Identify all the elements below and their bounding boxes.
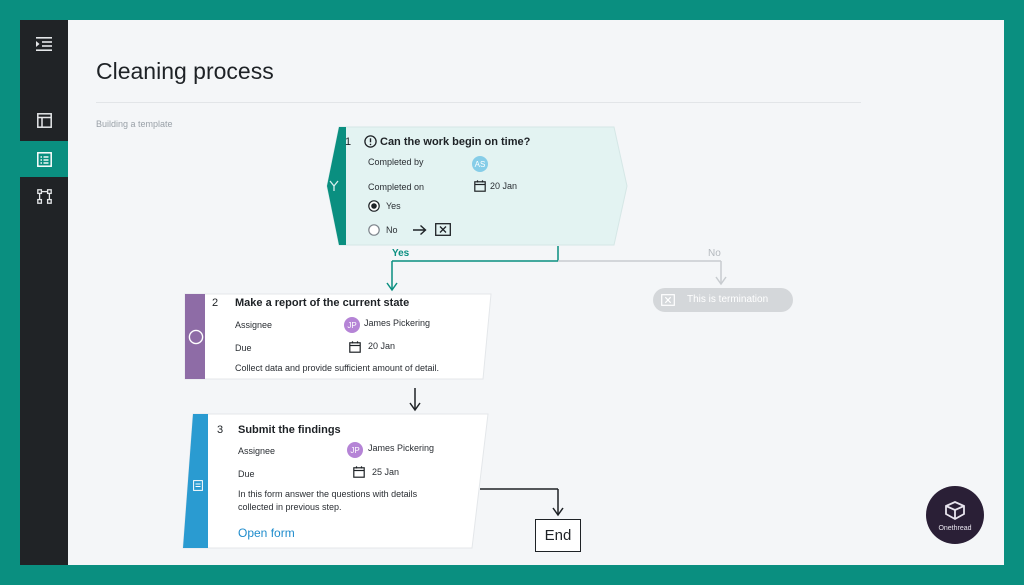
menu-collapse-icon xyxy=(36,37,52,51)
due-date: 25 Jan xyxy=(372,467,400,477)
alert-circle-icon xyxy=(364,135,377,148)
step-3-number: 3 xyxy=(217,424,224,436)
step-1-decision-card[interactable]: 1 Can the work begin on time? Completed … xyxy=(326,126,628,246)
brand-logo: Onethread xyxy=(926,486,984,544)
step-3-title: Submit the findings xyxy=(238,424,341,436)
option-yes-label[interactable]: Yes xyxy=(386,201,401,211)
avatar: JP xyxy=(347,442,363,458)
calendar-icon xyxy=(349,341,361,353)
sidebar-item-layout[interactable] xyxy=(20,102,68,138)
termination-label: This is termination xyxy=(687,294,769,305)
brand-logo-text: Onethread xyxy=(938,524,972,532)
step-3-card[interactable]: 3 Submit the findings Assignee JP James … xyxy=(182,413,490,550)
step-3-description-line-1: In this form answer the questions with d… xyxy=(238,489,418,499)
app-window: Cleaning process Building a template Yes… xyxy=(20,20,1004,565)
due-label: Due xyxy=(238,469,255,479)
step-1-title: Can the work begin on time? xyxy=(380,136,531,148)
due-label: Due xyxy=(235,343,252,353)
sidebar xyxy=(20,20,68,565)
calendar-icon xyxy=(353,466,365,478)
step-2-title: Make a report of the current state xyxy=(235,297,410,309)
avatar: JP xyxy=(344,317,360,333)
form-icon xyxy=(193,480,203,491)
sidebar-item-checklist[interactable] xyxy=(20,141,68,177)
due-date: 20 Jan xyxy=(368,341,396,351)
yes-branch-label: Yes xyxy=(392,248,410,259)
end-node[interactable]: End xyxy=(535,519,581,552)
assignee-name: James Pickering xyxy=(368,443,435,453)
arrow-right-icon xyxy=(413,224,427,236)
close-box-icon xyxy=(661,294,675,306)
step-2-description: Collect data and provide sufficient amou… xyxy=(235,363,439,373)
completed-on-label: Completed on xyxy=(368,182,425,192)
step-3-description-line-2: collected in previous step. xyxy=(238,502,342,512)
termination-node[interactable]: This is termination xyxy=(653,288,793,312)
completed-by-label: Completed by xyxy=(368,157,424,167)
option-no-label[interactable]: No xyxy=(386,225,398,235)
completed-on-date: 20 Jan xyxy=(490,181,518,191)
status-circle-icon xyxy=(188,329,204,345)
calendar-icon xyxy=(474,180,486,192)
open-form-link[interactable]: Open form xyxy=(238,526,295,540)
step-2-number: 2 xyxy=(212,297,219,309)
branch-icon xyxy=(329,180,339,191)
assignee-label: Assignee xyxy=(235,320,273,330)
assignee-name: James Pickering xyxy=(364,318,431,328)
brand-logo-icon xyxy=(945,500,965,520)
step-2-card[interactable]: 2 Make a report of the current state Ass… xyxy=(184,293,492,382)
menu-collapse-button[interactable] xyxy=(20,26,68,62)
no-branch-label: No xyxy=(708,248,721,259)
avatar: AS xyxy=(472,156,488,172)
radio-no[interactable] xyxy=(368,224,380,236)
layout-icon xyxy=(36,112,52,128)
checklist-icon xyxy=(36,151,52,167)
sidebar-item-workflow[interactable] xyxy=(20,178,68,214)
terminate-box-icon xyxy=(435,223,451,236)
radio-yes-selected[interactable] xyxy=(368,200,380,212)
workflow-icon xyxy=(36,188,52,204)
assignee-label: Assignee xyxy=(238,446,276,456)
main-content: Cleaning process Building a template Yes… xyxy=(68,20,1004,565)
step-1-number: 1 xyxy=(345,136,352,148)
